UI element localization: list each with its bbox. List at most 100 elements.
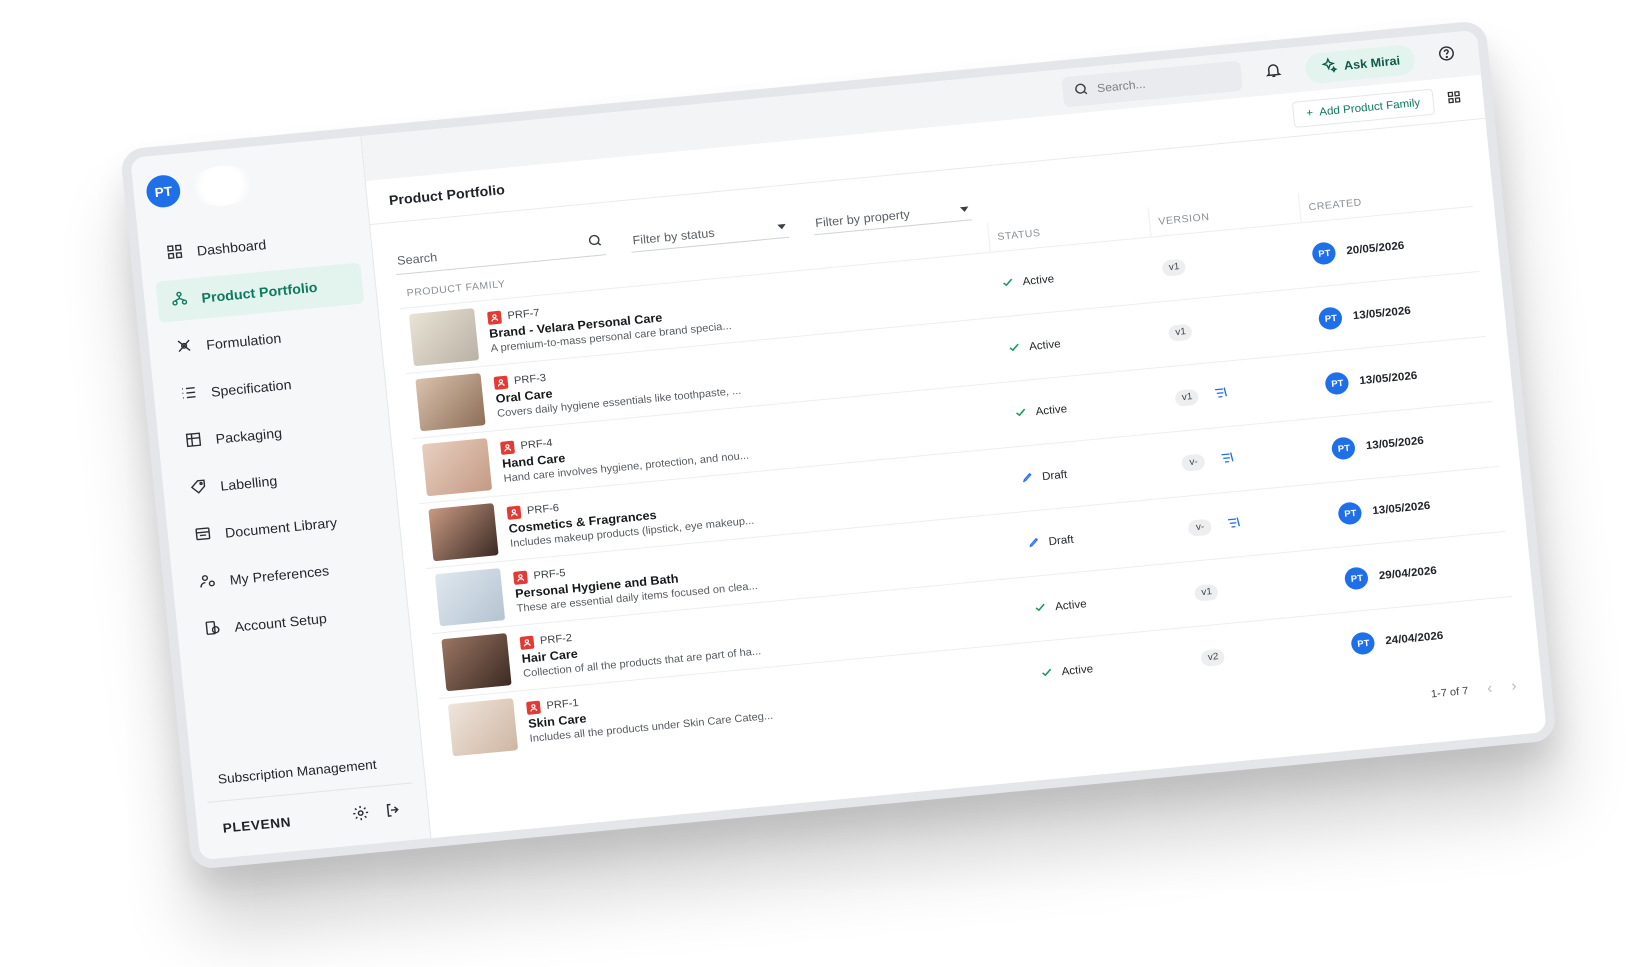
bell-icon[interactable] bbox=[1263, 60, 1283, 84]
chevron-right-icon[interactable]: › bbox=[1511, 677, 1518, 695]
search-icon bbox=[586, 232, 604, 252]
add-product-family-button[interactable]: + Add Product Family bbox=[1291, 88, 1436, 128]
preferences-icon bbox=[197, 571, 218, 594]
filter-property-label: Filter by property bbox=[814, 207, 911, 231]
sparkle-icon bbox=[1319, 57, 1338, 78]
version-pill: v1 bbox=[1168, 323, 1194, 342]
search-icon bbox=[1072, 81, 1090, 101]
product-thumbnail bbox=[415, 373, 486, 432]
status-label: Active bbox=[1054, 598, 1088, 614]
chevron-left-icon[interactable]: ‹ bbox=[1486, 680, 1493, 698]
ask-mirai-button[interactable]: Ask Mirai bbox=[1303, 43, 1417, 85]
created-date: 13/05/2026 bbox=[1371, 499, 1431, 518]
portfolio-content: Search Filter by status Filter by proper… bbox=[370, 118, 1547, 839]
created-date: 13/05/2026 bbox=[1358, 369, 1418, 388]
creator-avatar[interactable]: PT bbox=[1344, 566, 1370, 591]
version-pill: v1 bbox=[1194, 583, 1220, 602]
status-label: Active bbox=[1035, 403, 1068, 419]
product-id: PRF-6 bbox=[526, 501, 560, 517]
product-id: PRF-4 bbox=[520, 436, 554, 452]
grid-view-icon[interactable] bbox=[1445, 89, 1463, 111]
dashboard-icon bbox=[164, 242, 185, 265]
sidebar-item-label: Labelling bbox=[219, 473, 278, 494]
pagination-label: 1-7 of 7 bbox=[1430, 684, 1469, 700]
product-id: PRF-3 bbox=[513, 371, 547, 387]
product-thumbnail bbox=[408, 308, 480, 367]
sidebar-item-label: Packaging bbox=[214, 425, 283, 447]
family-badge-icon bbox=[519, 635, 535, 650]
status-label: Active bbox=[1061, 663, 1094, 679]
main-area: Search... Ask Mirai Product Portfolio + … bbox=[361, 29, 1547, 839]
filter-status-label: Filter by status bbox=[631, 225, 716, 248]
plus-icon: + bbox=[1305, 106, 1314, 120]
laptop-screen: PT Dashboard Product Portfolio Formulation… bbox=[120, 20, 1557, 870]
caret-down-icon bbox=[959, 206, 969, 212]
footer-icons bbox=[351, 801, 403, 826]
logout-icon[interactable] bbox=[383, 801, 403, 823]
sidebar-item-label: Document Library bbox=[224, 515, 338, 541]
page-title: Product Portfolio bbox=[388, 182, 506, 209]
creator-avatar[interactable]: PT bbox=[1350, 631, 1377, 656]
product-id: PRF-2 bbox=[539, 631, 573, 647]
sidebar-bottom: Subscription Management PLEVENN bbox=[203, 739, 416, 843]
check-icon bbox=[1033, 600, 1047, 616]
stage: PT Dashboard Product Portfolio Formulation… bbox=[0, 0, 1626, 967]
status-label: Draft bbox=[1048, 533, 1075, 549]
sidebar-nav: Dashboard Product Portfolio Formulation Spe… bbox=[151, 215, 397, 652]
check-icon bbox=[1040, 665, 1054, 681]
workflow-icon[interactable] bbox=[1213, 385, 1231, 405]
version-pill: v1 bbox=[1174, 388, 1200, 407]
product-thumbnail bbox=[421, 438, 493, 497]
account-icon bbox=[202, 618, 223, 641]
creator-avatar[interactable]: PT bbox=[1318, 306, 1344, 331]
family-badge-icon bbox=[487, 310, 502, 325]
help-icon[interactable] bbox=[1437, 44, 1457, 68]
caret-down-icon bbox=[777, 223, 787, 230]
add-product-family-label: Add Product Family bbox=[1318, 96, 1421, 119]
product-family-table: PRODUCT FAMILY STATUS VERSION CREATED PR… bbox=[396, 177, 1519, 764]
pencil-icon bbox=[1027, 535, 1041, 551]
product-thumbnail bbox=[441, 633, 512, 692]
created-date: 24/04/2026 bbox=[1384, 629, 1444, 648]
check-icon bbox=[1014, 405, 1028, 421]
creator-avatar[interactable]: PT bbox=[1337, 501, 1364, 526]
product-id: PRF-1 bbox=[546, 696, 580, 712]
settings-icon[interactable] bbox=[351, 804, 371, 826]
document-icon bbox=[193, 524, 214, 547]
pencil-icon bbox=[1020, 470, 1034, 486]
sidebar-item-label: My Preferences bbox=[229, 563, 330, 588]
sidebar-item-label: Product Portfolio bbox=[200, 279, 319, 306]
product-id: PRF-7 bbox=[507, 306, 541, 322]
version-pill: v- bbox=[1187, 518, 1213, 537]
family-badge-icon bbox=[526, 700, 541, 715]
version-pill: v- bbox=[1181, 453, 1207, 472]
product-id: PRF-5 bbox=[533, 566, 567, 582]
creator-avatar[interactable]: PT bbox=[1311, 241, 1338, 266]
status-label: Active bbox=[1022, 273, 1055, 289]
formulation-icon bbox=[174, 336, 195, 359]
family-badge-icon bbox=[500, 440, 515, 455]
packaging-icon bbox=[183, 430, 204, 453]
product-thumbnail bbox=[428, 503, 499, 562]
status-label: Draft bbox=[1041, 468, 1068, 484]
workflow-icon[interactable] bbox=[1226, 515, 1244, 535]
creator-avatar[interactable]: PT bbox=[1324, 371, 1351, 396]
family-badge-icon bbox=[493, 375, 509, 390]
version-pill: v2 bbox=[1200, 648, 1226, 667]
label-icon bbox=[188, 477, 209, 500]
creator-avatar[interactable]: PT bbox=[1331, 436, 1357, 461]
global-search-placeholder: Search... bbox=[1096, 78, 1147, 95]
workflow-icon[interactable] bbox=[1219, 450, 1237, 470]
sidebar-item-label: Dashboard bbox=[196, 237, 267, 259]
version-pill: v1 bbox=[1161, 258, 1187, 277]
product-thumbnail bbox=[434, 568, 506, 627]
sidebar-item-label: Account Setup bbox=[233, 610, 328, 635]
status-label: Active bbox=[1028, 338, 1062, 354]
check-icon bbox=[1001, 275, 1015, 291]
product-thumbnail bbox=[447, 698, 519, 757]
brand-row: PT bbox=[144, 153, 354, 213]
sidebar-item-label: Specification bbox=[210, 377, 293, 400]
created-date: 29/04/2026 bbox=[1378, 564, 1438, 583]
created-date: 13/05/2026 bbox=[1352, 304, 1412, 323]
user-avatar[interactable]: PT bbox=[144, 173, 182, 209]
